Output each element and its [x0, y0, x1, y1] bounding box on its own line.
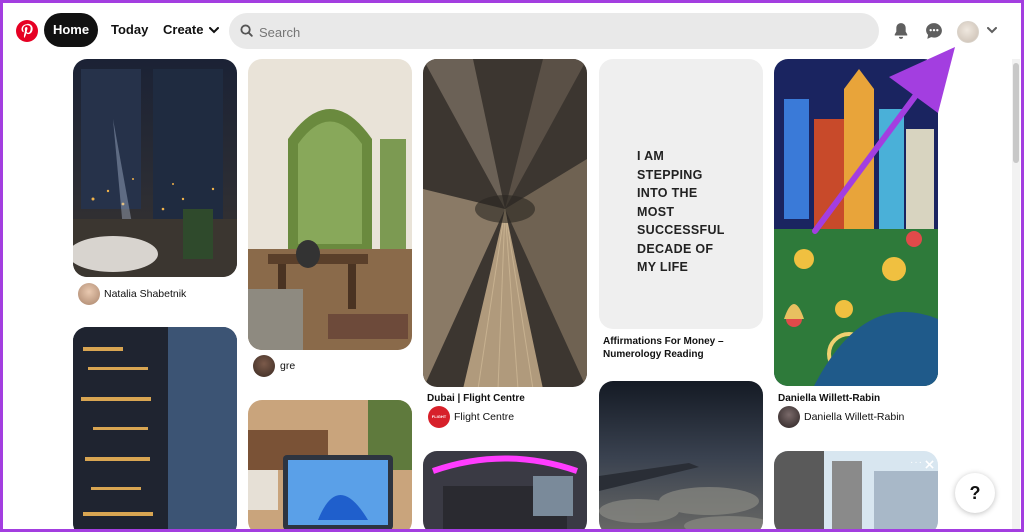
search-input[interactable]: [257, 13, 861, 51]
pin-title[interactable]: Affirmations For Money – Numerology Read…: [603, 335, 724, 361]
search-icon: [240, 24, 253, 37]
affirmation-line: MOST: [637, 204, 675, 219]
pin-image-arched-window-room[interactable]: [248, 59, 412, 350]
pin-image-pink-neon-car[interactable]: [423, 451, 587, 529]
account-chevron-down-icon[interactable]: [987, 27, 997, 34]
affirmation-text: I AM STEPPING INTO THE MOST SUCCESSFUL D…: [637, 147, 725, 277]
affirmation-line: I AM: [637, 149, 665, 163]
affirmation-line: DECADE OF: [637, 241, 714, 256]
pin-author-name[interactable]: Flight Centre: [454, 411, 514, 423]
pin-image-airplane-clouds[interactable]: [599, 381, 763, 529]
pin-image-city-lights-rotated[interactable]: [73, 327, 237, 529]
pin-image-laptop-desk[interactable]: [248, 400, 412, 529]
pin-title[interactable]: Daniella Willett-Rabin: [778, 392, 880, 405]
affirmation-line: INTO THE: [637, 186, 698, 200]
pin-image-colorful-city-art[interactable]: [774, 59, 938, 386]
avatar[interactable]: [778, 406, 800, 428]
profile-avatar-button[interactable]: [957, 21, 979, 43]
chevron-down-icon: [209, 27, 220, 34]
pin-image-night-apartment[interactable]: [73, 59, 237, 277]
nav-create-label: Create: [163, 22, 204, 37]
flight-centre-badge-label: FLIGHT CENTRE: [430, 414, 448, 441]
pinterest-logo-icon[interactable]: [16, 20, 38, 42]
search-bar[interactable]: [229, 13, 879, 51]
pin-affirmation-card[interactable]: I AM STEPPING INTO THE MOST SUCCESSFUL D…: [599, 59, 763, 329]
help-button[interactable]: ?: [955, 473, 995, 513]
more-options-icon[interactable]: ···: [910, 457, 923, 468]
messages-chat-icon[interactable]: [924, 21, 944, 41]
avatar[interactable]: [253, 355, 275, 377]
nav-create-button[interactable]: Create: [151, 13, 231, 47]
pin-image-dubai-skyscrapers[interactable]: [423, 59, 587, 387]
pin-author-name[interactable]: Daniella Willett-Rabin: [804, 411, 904, 423]
pin-title-line: Numerology Reading: [603, 349, 704, 360]
pin-title[interactable]: Dubai | Flight Centre: [427, 392, 525, 405]
nav-home-button[interactable]: Home: [44, 13, 98, 47]
top-bar: Home Today Create: [3, 3, 1021, 59]
pin-title-line: Affirmations For Money –: [603, 336, 724, 347]
notifications-bell-icon[interactable]: [891, 21, 911, 41]
scrollbar-thumb[interactable]: [1013, 63, 1019, 163]
pin-author-name[interactable]: Natalia Shabetnik: [104, 288, 186, 300]
affirmation-line: MY LIFE: [637, 260, 689, 274]
affirmation-line: SUCCESSFUL: [637, 223, 725, 237]
page-scrollbar[interactable]: [1012, 59, 1020, 529]
avatar[interactable]: [78, 283, 100, 305]
affirmation-line: STEPPING: [637, 167, 703, 182]
flight-centre-avatar[interactable]: FLIGHT CENTRE: [428, 406, 450, 441]
app-window: Home Today Create Search Natalia Shabetn…: [3, 3, 1021, 529]
close-icon[interactable]: [925, 460, 934, 469]
pin-image-video-buildings[interactable]: ···: [774, 451, 938, 529]
pin-author-name[interactable]: gre: [280, 360, 295, 372]
